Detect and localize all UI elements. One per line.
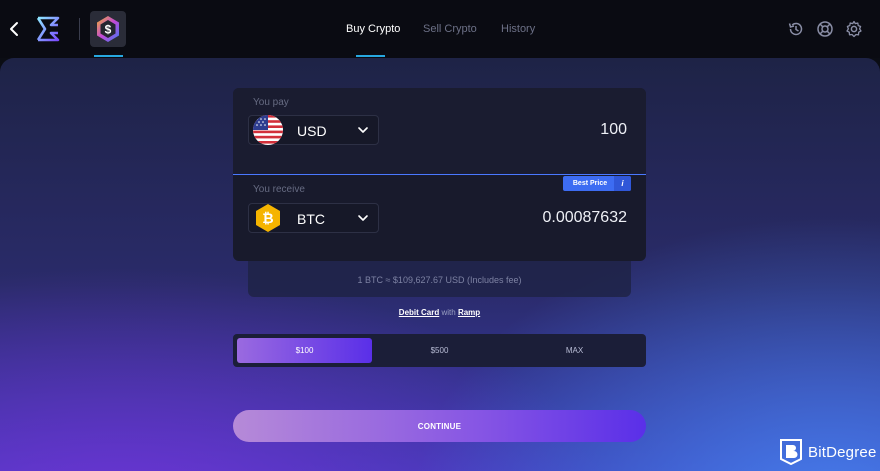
pay-amount-input[interactable]: 100 (600, 121, 627, 139)
receive-currency-selector[interactable]: ₿ BTC (248, 203, 379, 233)
tab-bar: Buy Crypto Sell Crypto History (0, 0, 880, 58)
bitcoin-icon: ₿ (256, 204, 280, 232)
payment-method-link[interactable]: Debit Card (399, 308, 439, 317)
provider-link[interactable]: Ramp (458, 308, 480, 317)
pay-section: You pay USD 100 (233, 88, 646, 174)
amount-presets: $100 $500 MAX (233, 334, 646, 367)
svg-text:₿: ₿ (262, 210, 273, 226)
bitdegree-logo-icon (780, 439, 802, 465)
chevron-down-icon (358, 215, 368, 221)
us-flag-icon (253, 115, 283, 145)
section-divider (233, 174, 646, 175)
payment-method-connector: with (441, 308, 456, 317)
preset-100-button[interactable]: $100 (237, 338, 372, 363)
top-bar: $ Buy Crypto Sell Crypto History (0, 0, 880, 58)
payment-method-line: Debit Card with Ramp (233, 308, 646, 317)
continue-button[interactable]: CONTINUE (233, 410, 646, 442)
pay-currency-code: USD (297, 123, 327, 139)
you-receive-label: You receive (253, 184, 305, 195)
exchange-card: You pay USD 100 You receive ₿ BTC 0.0008… (233, 88, 646, 261)
watermark-text: BitDegree (808, 443, 877, 461)
exchange-rate-text: 1 BTC ≈ $109,627.67 USD (Includes fee) (357, 275, 522, 285)
tab-sell-crypto[interactable]: Sell Crypto (423, 23, 477, 35)
receive-amount: 0.00087632 (542, 209, 627, 226)
history-icon[interactable] (787, 20, 805, 38)
you-pay-label: You pay (253, 97, 289, 108)
support-icon[interactable] (816, 20, 834, 38)
best-price-label: Best Price (572, 180, 608, 187)
chevron-down-icon (358, 127, 368, 133)
tab-history[interactable]: History (501, 23, 535, 35)
preset-max-label: MAX (565, 346, 584, 355)
tab-buy-crypto[interactable]: Buy Crypto (346, 23, 400, 35)
tab-active-indicator (356, 55, 385, 57)
preset-500-label: $500 (430, 346, 449, 355)
info-button[interactable]: i (614, 176, 631, 191)
settings-icon[interactable] (845, 20, 863, 38)
receive-currency-code: BTC (297, 211, 325, 227)
preset-500-button[interactable]: $500 (372, 338, 507, 363)
preset-max-button[interactable]: MAX (507, 338, 642, 363)
pay-currency-selector[interactable]: USD (248, 115, 379, 145)
bitdegree-watermark: BitDegree (780, 439, 877, 465)
